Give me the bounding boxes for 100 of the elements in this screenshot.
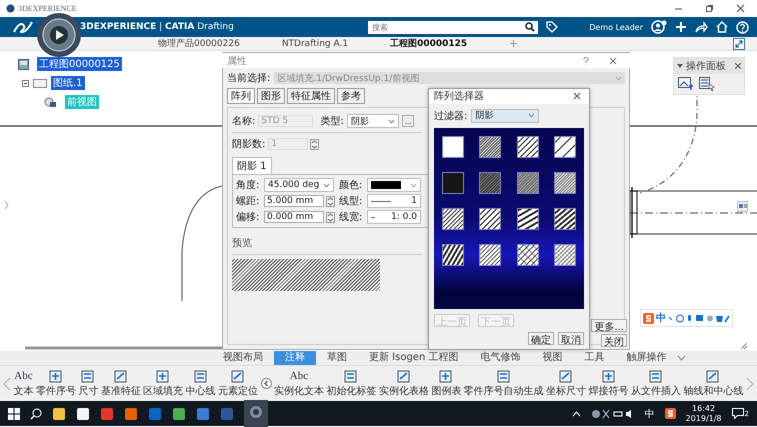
line-weight-dropdown[interactable]: 1: 0.0 xyxy=(367,210,421,224)
toolbar-tab[interactable]: 触屏操作 xyxy=(615,351,678,365)
tool-button[interactable]: 区域填充 xyxy=(143,369,184,398)
dialog-tab[interactable]: 阵列 xyxy=(227,88,255,104)
tree-toggle-icon[interactable] xyxy=(737,201,748,212)
user-icon[interactable] xyxy=(651,20,667,34)
tool-button[interactable]: 焊接符号 xyxy=(588,369,629,398)
user-name[interactable]: Demo Leader xyxy=(589,22,643,32)
pattern-swatch[interactable] xyxy=(516,136,539,158)
tool-button[interactable]: 实例化表格 xyxy=(378,369,429,398)
plus-icon[interactable] xyxy=(675,21,687,33)
search-icon[interactable] xyxy=(525,22,535,32)
dialog-button[interactable]: 取消 xyxy=(558,332,584,345)
expand-icon[interactable] xyxy=(677,354,686,362)
taskbar-app-icon[interactable] xyxy=(76,406,90,420)
tool-button[interactable]: Abc 实例化文本 xyxy=(274,369,324,398)
share-icon[interactable] xyxy=(695,21,708,33)
image-tool-icon[interactable] xyxy=(678,77,694,91)
pattern-swatch[interactable] xyxy=(516,172,539,194)
add-tab-icon[interactable] xyxy=(509,39,518,48)
close-icon[interactable] xyxy=(736,4,745,13)
search-icon[interactable] xyxy=(30,408,42,420)
tool-button[interactable]: 零件序号自动生成 xyxy=(464,369,544,398)
pattern-swatch[interactable] xyxy=(554,172,576,194)
pattern-swatch[interactable] xyxy=(442,208,464,230)
color-dropdown[interactable] xyxy=(367,178,421,192)
tool-button[interactable]: 中心线 xyxy=(186,369,216,398)
tool-button[interactable]: 图例表 xyxy=(431,369,462,398)
spinner-icon[interactable] xyxy=(326,196,335,206)
ime-tools-icon[interactable] xyxy=(668,314,730,322)
pattern-swatch[interactable] xyxy=(479,172,502,194)
document-tab[interactable]: 工程图00000125 xyxy=(390,37,468,50)
pattern-swatch[interactable] xyxy=(479,208,502,230)
close-icon[interactable] xyxy=(609,56,617,64)
spinner-field[interactable]: 5.000 mm xyxy=(264,195,324,207)
input-method-logo-icon[interactable] xyxy=(643,312,654,324)
close-icon[interactable] xyxy=(573,92,581,100)
tool-button[interactable]: 尺寸 xyxy=(78,369,98,398)
pattern-swatch[interactable] xyxy=(516,244,539,266)
taskbar-app-icon[interactable] xyxy=(172,406,186,420)
clock-time[interactable]: 16:42 xyxy=(692,404,716,414)
tool-button[interactable]: 零件序号 xyxy=(36,369,76,398)
toolbar-tab[interactable]: 视图 xyxy=(531,351,574,365)
dialog-button[interactable]: 关闭 xyxy=(601,334,627,347)
pattern-swatch[interactable] xyxy=(554,136,576,158)
pattern-swatch[interactable] xyxy=(442,136,464,158)
toolbar-tab[interactable]: 工具 xyxy=(573,351,616,365)
tool-button[interactable]: 坐标尺寸 xyxy=(546,369,586,398)
pattern-swatch[interactable] xyxy=(442,172,464,194)
tree-item[interactable]: 图纸.1 xyxy=(51,76,85,90)
browse-button[interactable]: ... xyxy=(402,115,414,127)
dialog-tab[interactable]: 特征属性 xyxy=(287,88,335,104)
line-type-dropdown[interactable]: 1 xyxy=(367,194,421,208)
spinner-field[interactable]: 0.000 mm xyxy=(264,211,324,223)
pattern-swatch[interactable] xyxy=(554,208,576,230)
start-icon[interactable] xyxy=(8,408,20,420)
pattern-swatch[interactable] xyxy=(554,244,576,266)
spinner-icon[interactable] xyxy=(326,212,335,222)
spinner-icon[interactable] xyxy=(310,138,320,150)
input-mode[interactable]: 中 xyxy=(656,311,666,325)
tool-button[interactable]: 轴线和中心线 xyxy=(683,369,744,398)
restore-icon[interactable] xyxy=(705,4,714,13)
dialog-button[interactable]: 更多... xyxy=(591,319,627,332)
filter-dropdown[interactable]: 阴影 xyxy=(471,108,540,123)
tool-button[interactable]: 基准特征 xyxy=(100,369,141,398)
toolbar-tab[interactable]: 视图布局 xyxy=(212,351,274,365)
tool-button[interactable]: 元素定位 xyxy=(218,369,258,398)
collapse-icon[interactable] xyxy=(22,80,29,86)
pattern-swatch[interactable] xyxy=(479,136,502,158)
dialog-button[interactable]: 确定 xyxy=(528,332,554,345)
scroll-bar[interactable] xyxy=(25,346,222,350)
collapse-arrow-icon[interactable] xyxy=(677,63,683,69)
document-tab[interactable]: 物理产品00000226 xyxy=(158,37,240,50)
home-icon[interactable] xyxy=(716,21,728,33)
toolbar-tab[interactable]: 电气修饰 xyxy=(469,351,532,365)
tag-icon[interactable] xyxy=(546,21,558,33)
pattern-swatch[interactable] xyxy=(479,244,502,266)
compass-icon[interactable] xyxy=(36,12,82,58)
dialog-tab[interactable]: 参考 xyxy=(337,88,365,104)
close-icon[interactable] xyxy=(735,63,741,69)
pattern-swatch[interactable] xyxy=(516,208,539,230)
dialog-tab[interactable]: 图形 xyxy=(257,88,285,104)
tool-button[interactable]: 从文件插入 xyxy=(631,369,681,398)
input-method-logo-icon[interactable] xyxy=(664,408,676,419)
hatch-tab[interactable]: 阴影 1 xyxy=(232,157,272,174)
toolbar-tab[interactable]: 更新 Isogen 工程图 xyxy=(358,351,470,365)
type-dropdown[interactable]: 阴影 xyxy=(346,114,399,128)
tray-expand-icon[interactable] xyxy=(572,410,581,416)
document-tab[interactable]: NTDrafting A.1 xyxy=(282,38,348,48)
taskbar-app-icon[interactable] xyxy=(52,406,66,420)
clock-date[interactable]: 2019/1/8 xyxy=(686,414,722,424)
tool-button[interactable]: 初始化标签 xyxy=(326,369,376,398)
toolbar-tab[interactable]: 草图 xyxy=(316,351,358,365)
pattern-swatch[interactable] xyxy=(442,244,464,266)
fullscreen-icon[interactable] xyxy=(733,38,745,50)
resize-grip-icon[interactable] xyxy=(741,343,747,349)
table-cursor-icon[interactable] xyxy=(699,77,715,91)
search-field[interactable]: 搜索 xyxy=(368,20,538,34)
tool-button[interactable]: Abc 文本 xyxy=(13,369,34,398)
angle-dropdown[interactable]: 45.000 deg xyxy=(264,178,334,192)
